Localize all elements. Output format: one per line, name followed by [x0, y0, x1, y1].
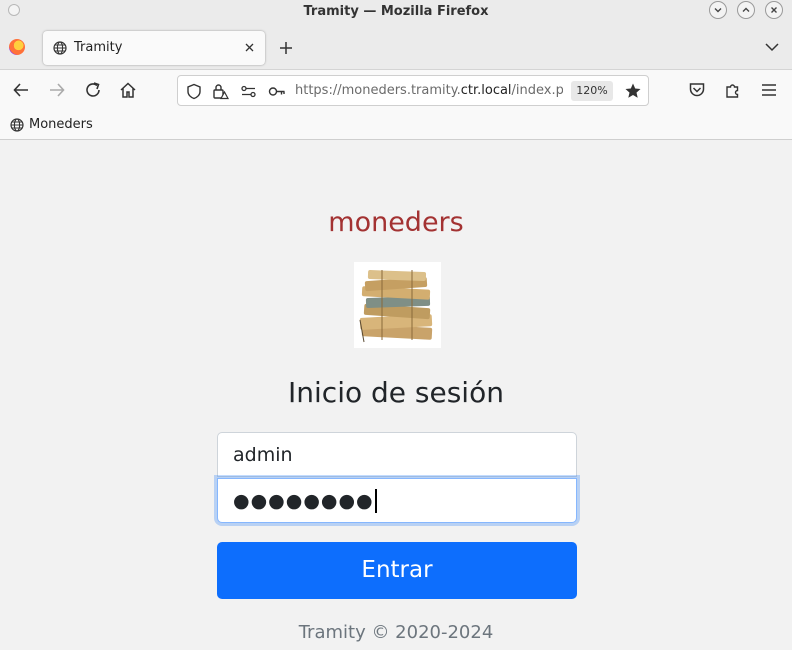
- password-input[interactable]: ●●●●●●●●: [217, 478, 577, 523]
- url-domain: ctr.local: [460, 83, 512, 98]
- close-tab-icon[interactable]: [244, 42, 255, 53]
- shield-icon[interactable]: [186, 83, 202, 100]
- window-titlebar: Tramity — Mozilla Firefox: [0, 0, 792, 25]
- bookmark-moneders[interactable]: Moneders: [10, 117, 93, 132]
- username-input[interactable]: admin: [217, 432, 577, 477]
- page-content: moneders Inicio de sesión admin ●●●●●●●●…: [0, 141, 792, 650]
- bookmark-star-icon[interactable]: [624, 82, 642, 100]
- minimize-button[interactable]: [709, 1, 727, 19]
- tab-strip: Tramity: [0, 25, 792, 70]
- bookmarks-toolbar: Moneders: [0, 110, 792, 140]
- globe-icon: [53, 41, 67, 55]
- permissions-icon[interactable]: [240, 83, 257, 100]
- login-button[interactable]: Entrar: [217, 542, 577, 599]
- arrow-right-icon[interactable]: [48, 81, 66, 99]
- close-icon: [771, 7, 777, 13]
- username-value: admin: [233, 443, 293, 466]
- navigation-bar: https://moneders.tramity.ctr.local/index…: [0, 70, 792, 110]
- home-icon[interactable]: [119, 81, 137, 99]
- window-title: Tramity — Mozilla Firefox: [303, 4, 489, 19]
- globe-icon: [10, 117, 24, 132]
- url-bar[interactable]: https://moneders.tramity.ctr.local/index…: [177, 75, 649, 106]
- puzzle-icon[interactable]: [724, 81, 742, 99]
- chevron-up-icon: [742, 7, 750, 12]
- password-value: ●●●●●●●●: [233, 489, 374, 512]
- key-icon[interactable]: [268, 83, 286, 100]
- folder-stack-logo: [354, 262, 441, 348]
- chevron-down-icon: [714, 8, 722, 13]
- new-tab-icon[interactable]: [279, 41, 293, 55]
- chevron-down-icon[interactable]: [765, 42, 779, 52]
- hamburger-menu-icon[interactable]: [760, 81, 778, 99]
- url-text[interactable]: https://moneders.tramity.ctr.local/index…: [295, 83, 563, 98]
- tab-label: Tramity: [74, 40, 123, 55]
- page-footer: Tramity © 2020-2024: [298, 622, 494, 643]
- pocket-icon[interactable]: [688, 81, 706, 99]
- firefox-logo-icon[interactable]: [9, 39, 25, 55]
- url-prefix: https://moneders.tramity.: [295, 83, 461, 98]
- page-title: Inicio de sesión: [288, 376, 504, 409]
- tab-tramity[interactable]: Tramity: [43, 31, 265, 65]
- site-brand: moneders: [328, 207, 464, 238]
- zoom-level-button[interactable]: 120%: [571, 81, 613, 101]
- close-window-button[interactable]: [765, 1, 783, 19]
- bookmark-label: Moneders: [29, 117, 93, 132]
- arrow-left-icon[interactable]: [12, 81, 30, 99]
- url-suffix: /index.p: [511, 83, 563, 98]
- maximize-button[interactable]: [737, 1, 755, 19]
- lock-warning-icon[interactable]: [212, 83, 229, 100]
- text-caret: [374, 488, 377, 513]
- reload-icon[interactable]: [84, 81, 102, 99]
